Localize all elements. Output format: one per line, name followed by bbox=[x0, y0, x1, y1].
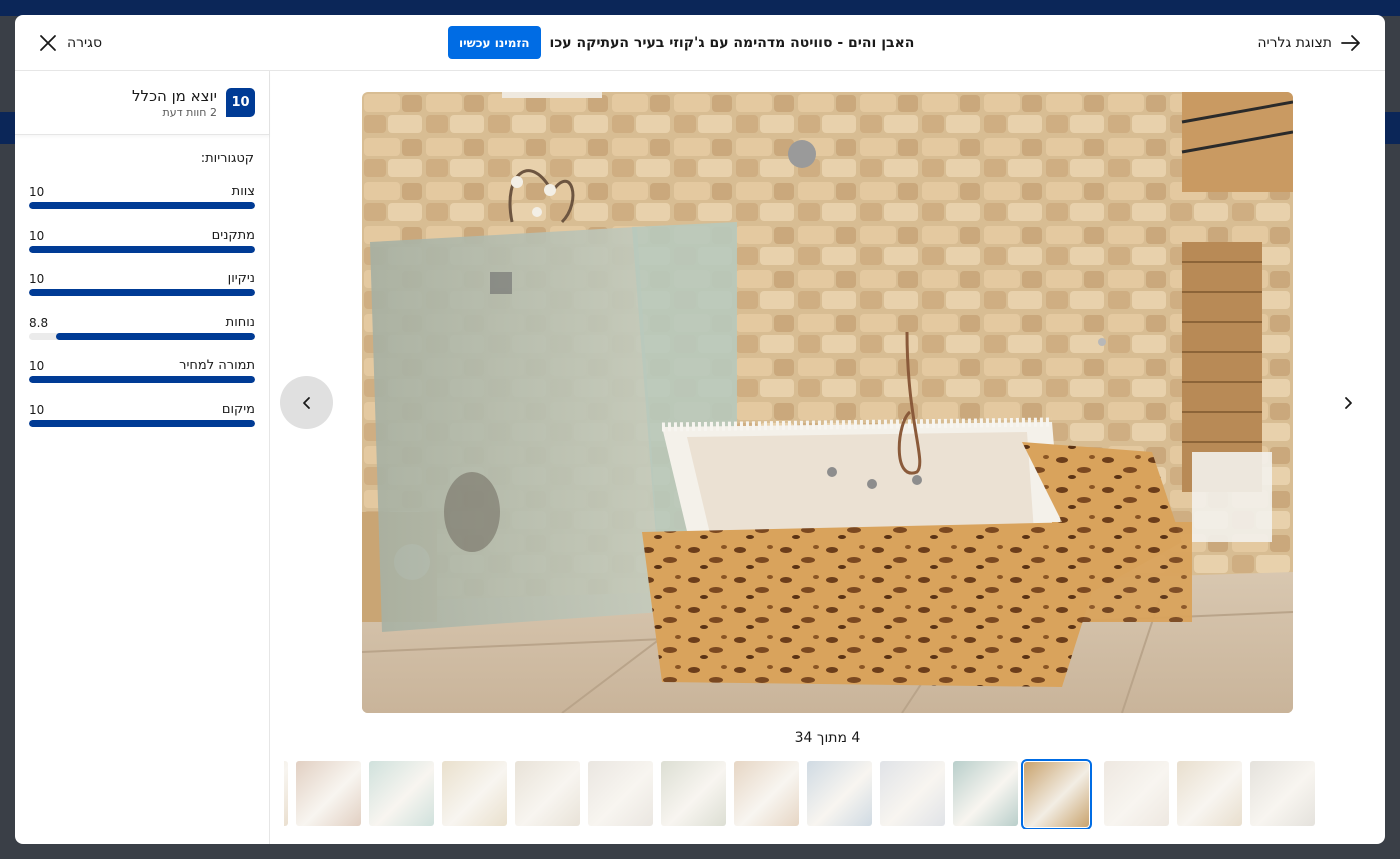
thumbnail[interactable] bbox=[515, 761, 580, 826]
category-bar-fill bbox=[29, 420, 255, 427]
thumbnail[interactable] bbox=[1250, 761, 1315, 826]
photo-viewer: 4 מתוך 34 bbox=[270, 71, 1385, 844]
category-score: 10 bbox=[29, 272, 45, 286]
next-photo-button[interactable] bbox=[1334, 389, 1362, 417]
header-center: הזמינו עכשיו האבן והים - סוויטה מדהימה ע… bbox=[448, 26, 914, 59]
category-name: מיקום bbox=[221, 402, 255, 417]
page-backdrop-strip-left bbox=[0, 112, 16, 144]
property-title: האבן והים - סוויטה מדהימה עם ג'קוזי בעיר… bbox=[549, 34, 915, 51]
category-score: 10 bbox=[29, 403, 45, 417]
review-score-badge: 10 bbox=[226, 88, 255, 117]
category-bar bbox=[29, 202, 255, 209]
main-photo bbox=[362, 92, 1293, 713]
thumbnail[interactable] bbox=[880, 761, 945, 826]
review-score-word: יוצא מן הכלל bbox=[132, 87, 217, 105]
category-bar-fill bbox=[29, 246, 255, 253]
category-name: מתקנים bbox=[211, 228, 255, 243]
category-bar-fill bbox=[29, 289, 255, 296]
category-bar bbox=[29, 246, 255, 253]
gallery-view-label: תצוגת גלריה bbox=[1257, 35, 1332, 51]
thumbnail[interactable] bbox=[296, 761, 361, 826]
category-staff: צוות 10 bbox=[29, 184, 255, 218]
close-icon bbox=[40, 35, 56, 51]
previous-photo-button[interactable] bbox=[280, 376, 333, 429]
modal-header: סגירה הזמינו עכשיו האבן והים - סוויטה מד… bbox=[15, 15, 1385, 71]
thumbnail[interactable] bbox=[1104, 761, 1169, 826]
thumbnail[interactable] bbox=[807, 761, 872, 826]
review-score-header: 10 יוצא מן הכלל 2 חוות דעת bbox=[15, 71, 269, 135]
category-score: 10 bbox=[29, 359, 45, 373]
thumbnail[interactable] bbox=[734, 761, 799, 826]
category-bar bbox=[29, 333, 255, 340]
category-bar-fill bbox=[56, 333, 255, 340]
category-score: 10 bbox=[29, 185, 45, 199]
category-bar-fill bbox=[29, 202, 255, 209]
category-name: צוות bbox=[231, 184, 255, 199]
photo-counter: 4 מתוך 34 bbox=[794, 730, 861, 746]
review-sidebar: 10 יוצא מן הכלל 2 חוות דעת קטגוריות: צוו… bbox=[15, 71, 270, 844]
category-location: מיקום 10 bbox=[29, 402, 255, 436]
thumbnail[interactable] bbox=[442, 761, 507, 826]
category-value-for-money: תמורה למחיר 10 bbox=[29, 358, 255, 392]
photo-gallery-modal: סגירה הזמינו עכשיו האבן והים - סוויטה מד… bbox=[15, 15, 1385, 844]
close-button[interactable]: סגירה bbox=[37, 29, 102, 57]
category-bar bbox=[29, 289, 255, 296]
chevron-left-icon bbox=[302, 396, 310, 409]
arrow-right-icon bbox=[1341, 35, 1360, 51]
page-backdrop-header bbox=[0, 0, 1400, 16]
category-name: תמורה למחיר bbox=[179, 358, 255, 373]
close-label: סגירה bbox=[67, 35, 103, 51]
category-name: נוחות bbox=[225, 315, 255, 330]
thumbnail-strip bbox=[284, 759, 1316, 829]
thumbnail-active[interactable] bbox=[1021, 759, 1092, 829]
bathroom-jacuzzi-photo bbox=[362, 92, 1293, 713]
category-facilities: מתקנים 10 bbox=[29, 228, 255, 262]
review-count: 2 חוות דעת bbox=[162, 106, 217, 119]
category-bar bbox=[29, 420, 255, 427]
chevron-right-icon bbox=[1345, 397, 1352, 409]
gallery-view-button[interactable]: תצוגת גלריה bbox=[1257, 29, 1363, 57]
category-cleanliness: ניקיון 10 bbox=[29, 271, 255, 305]
thumbnail[interactable] bbox=[284, 761, 288, 826]
thumbnail[interactable] bbox=[588, 761, 653, 826]
category-comfort: נוחות 8.8 bbox=[29, 315, 255, 349]
category-name: ניקיון bbox=[227, 271, 255, 286]
thumbnail[interactable] bbox=[953, 761, 1018, 826]
category-bar bbox=[29, 376, 255, 383]
category-bar-fill bbox=[29, 376, 255, 383]
thumbnail[interactable] bbox=[1177, 761, 1242, 826]
thumbnail[interactable] bbox=[661, 761, 726, 826]
category-score: 8.8 bbox=[29, 316, 49, 330]
book-now-button[interactable]: הזמינו עכשיו bbox=[448, 26, 541, 59]
category-score: 10 bbox=[29, 229, 45, 243]
thumbnail[interactable] bbox=[369, 761, 434, 826]
categories-title: קטגוריות: bbox=[200, 151, 254, 166]
page-backdrop-strip-right bbox=[1384, 112, 1400, 144]
